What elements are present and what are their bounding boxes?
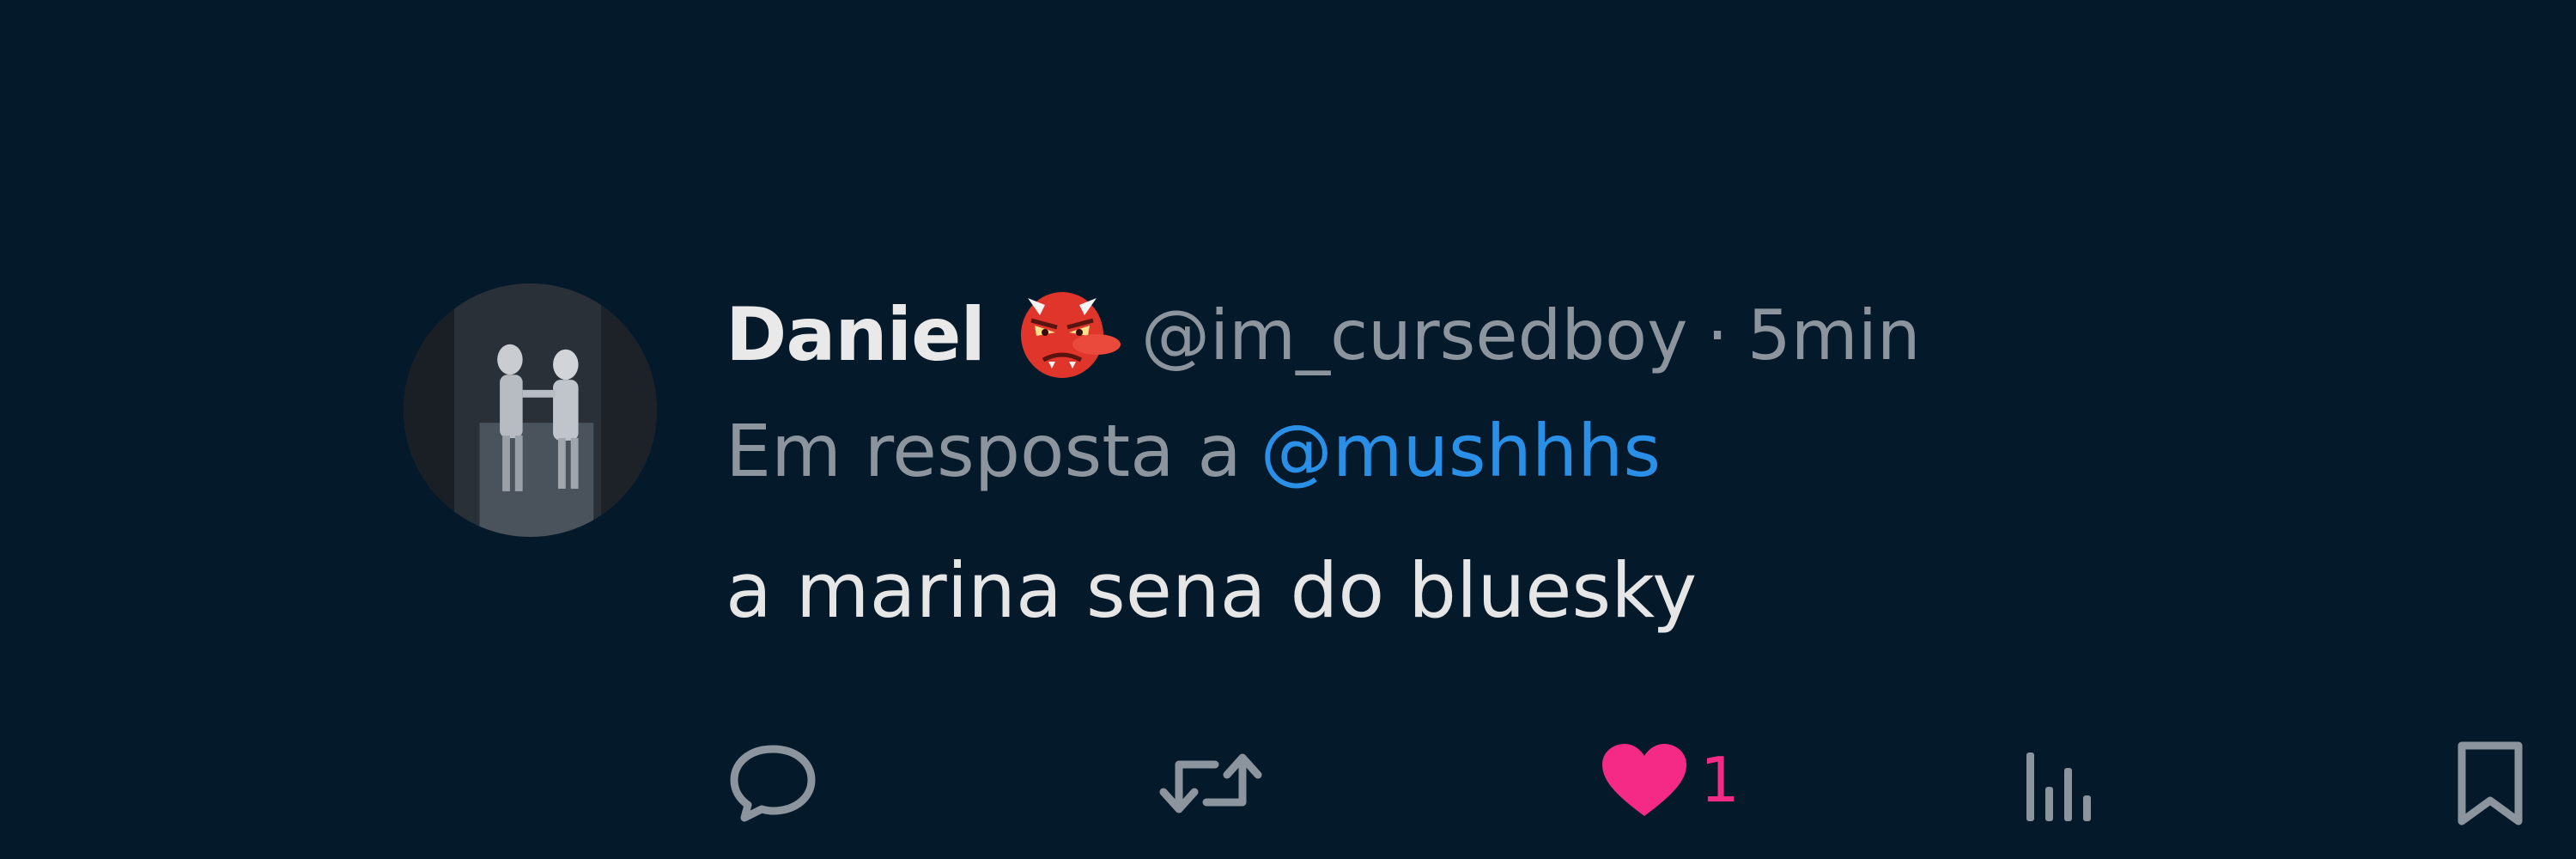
like-count: 1 <box>1700 744 1740 816</box>
bookmark-icon <box>2458 741 2523 825</box>
bookmark-button[interactable] <box>2451 739 2529 829</box>
timestamp[interactable]: 5min <box>1747 295 1921 375</box>
reply-context: Em resposta a @mushhhs <box>726 408 2529 494</box>
tweet-content: Daniel @im_cursedboy · 5min Em resposta … <box>726 288 2529 635</box>
views-button[interactable] <box>2020 744 2105 825</box>
speech-bubble-icon <box>730 745 816 822</box>
goblin-mask-icon <box>1011 288 1122 382</box>
tweet-card: Daniel @im_cursedboy · 5min Em resposta … <box>0 0 2576 859</box>
separator-dot: · <box>1706 295 1728 375</box>
user-handle[interactable]: @im_cursedboy <box>1141 295 1687 375</box>
reply-mention-link[interactable]: @mushhhs <box>1261 409 1661 493</box>
heart-icon <box>1602 744 1686 816</box>
avatar[interactable] <box>404 283 657 537</box>
avatar-image <box>404 283 657 537</box>
retweet-button[interactable] <box>1155 740 1267 826</box>
like-button[interactable]: 1 <box>1597 737 1740 823</box>
retweet-icon <box>1159 753 1262 813</box>
reply-button[interactable] <box>726 739 820 825</box>
display-name[interactable]: Daniel <box>726 292 986 378</box>
bar-chart-icon <box>2026 752 2091 821</box>
reply-prefix: Em resposta a <box>726 409 1242 493</box>
tweet-header: Daniel @im_cursedboy · 5min <box>726 288 2529 382</box>
tweet-text: a marina sena do bluesky <box>726 545 1698 635</box>
